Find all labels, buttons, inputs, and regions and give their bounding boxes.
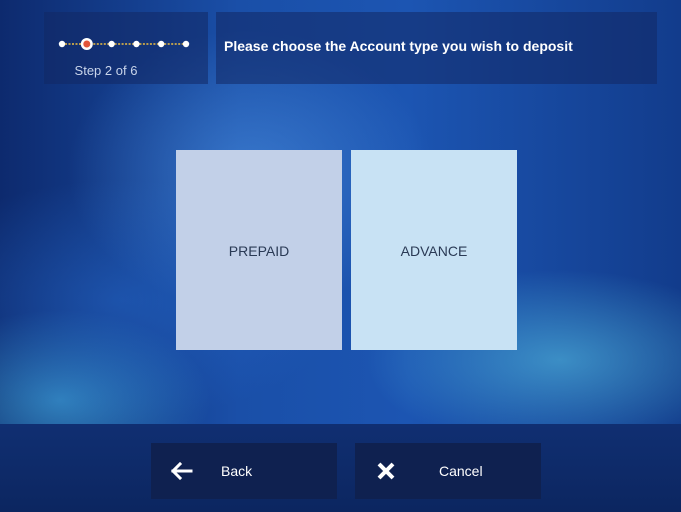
close-icon [373,458,399,484]
step-dot [108,40,115,48]
cancel-button-label: Cancel [439,463,483,479]
title-panel: Please choose the Account type you wish … [216,12,657,84]
step-progress [58,38,190,50]
prepaid-option-label: PREPAID [228,243,290,259]
advance-option-label: ADVANCE [400,243,468,259]
page-title: Please choose the Account type you wish … [224,38,573,54]
back-button-label: Back [221,463,253,479]
cancel-button[interactable]: Cancel [355,443,541,499]
step-dot [133,40,140,48]
step-dot [158,40,165,48]
arrow-left-icon [169,458,195,484]
step-label: Step 2 of 6 [74,63,138,78]
footer-bar: Back Cancel [0,424,681,512]
step-dot [182,40,190,48]
step-dot [58,40,66,48]
back-button[interactable]: Back [151,443,337,499]
step-dot-current [83,40,91,48]
kiosk-screen: Step 2 of 6 Please choose the Account ty… [0,0,681,512]
prepaid-option-button[interactable]: PREPAID [176,150,342,350]
advance-option-button[interactable]: ADVANCE [351,150,517,350]
